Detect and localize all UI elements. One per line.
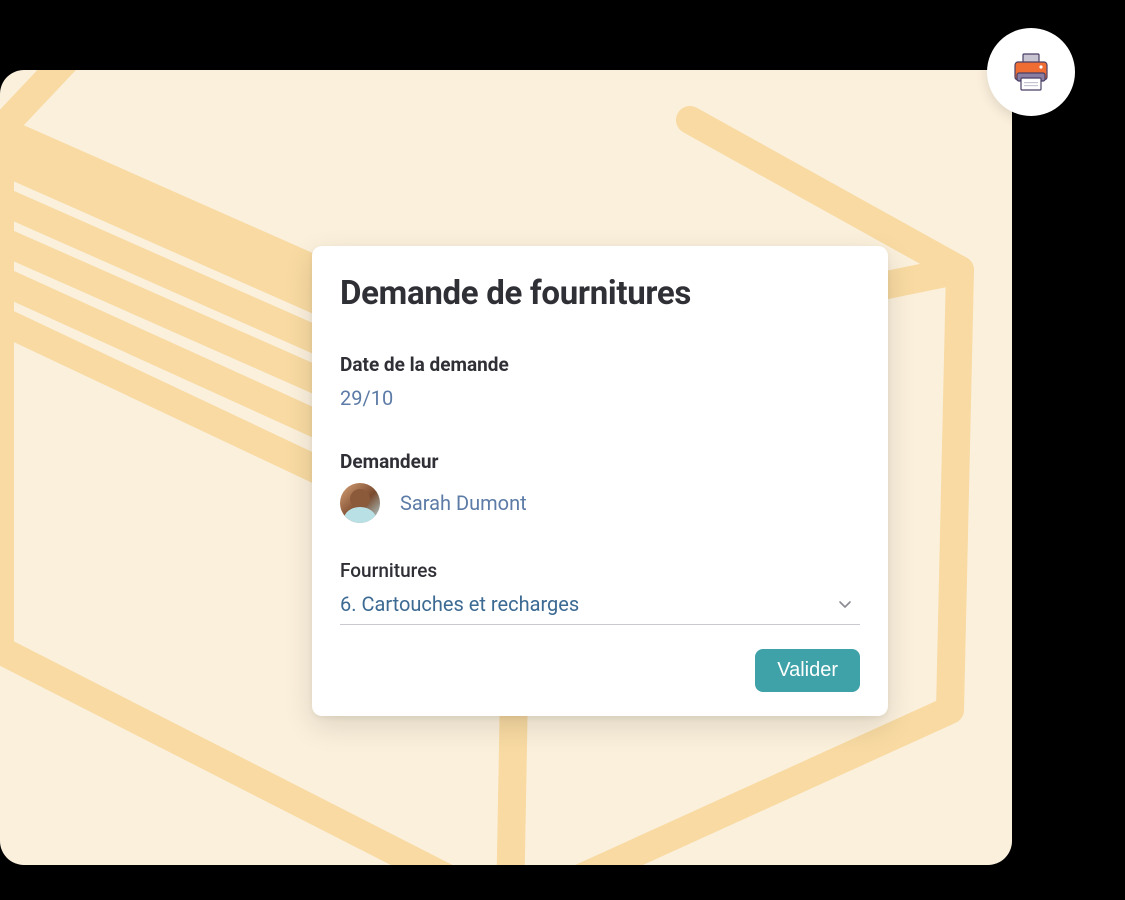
requester-row: Sarah Dumont [340, 483, 860, 523]
avatar [340, 483, 380, 523]
requester-label: Demandeur [340, 450, 860, 473]
date-label: Date de la demande [340, 353, 860, 376]
validate-button[interactable]: Valider [755, 649, 860, 692]
requester-name: Sarah Dumont [400, 491, 527, 515]
printer-icon [1009, 50, 1053, 94]
print-button[interactable] [987, 28, 1075, 116]
date-value: 29/10 [340, 386, 860, 410]
supply-request-card: Demande de fournitures Date de la demand… [312, 246, 888, 716]
supplies-label: Fournitures [340, 559, 860, 582]
supplies-select[interactable]: 6. Cartouches et recharges [340, 592, 860, 625]
chevron-down-icon [836, 595, 854, 613]
button-row: Valider [340, 649, 860, 692]
supplies-selected-value: 6. Cartouches et recharges [340, 592, 579, 616]
card-title: Demande de fournitures [340, 274, 860, 313]
